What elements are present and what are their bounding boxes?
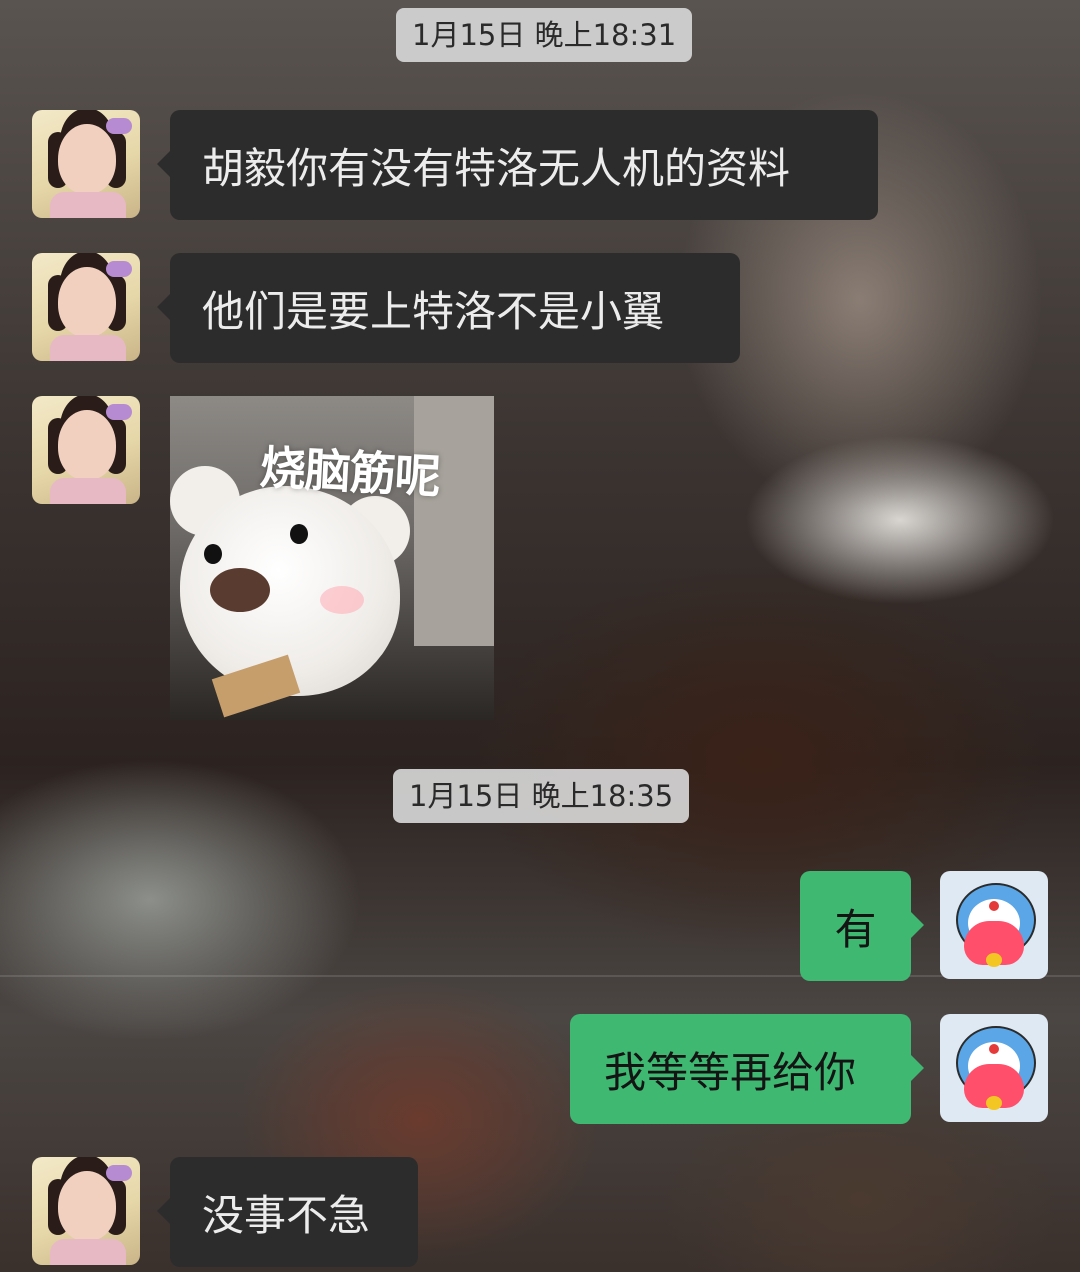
incoming-message-bubble[interactable]: 没事不急 xyxy=(157,1157,418,1267)
timestamp-chip: 1月15日 晚上18:31 xyxy=(396,8,693,62)
incoming-message-bubble[interactable]: 他们是要上特洛不是小翼 xyxy=(157,253,740,363)
sticker-caption: 烧脑筋呢 xyxy=(258,440,442,504)
message-text: 他们是要上特洛不是小翼 xyxy=(202,286,665,336)
message-text: 有 xyxy=(834,904,877,954)
self-avatar[interactable] xyxy=(940,871,1048,979)
friend-avatar[interactable] xyxy=(32,396,140,504)
outgoing-message-bubble[interactable]: 有 xyxy=(800,871,924,981)
friend-avatar[interactable] xyxy=(32,110,140,218)
message-text: 胡毅你有没有特洛无人机的资料 xyxy=(202,143,791,193)
self-avatar[interactable] xyxy=(940,1014,1048,1122)
message-text: 没事不急 xyxy=(202,1190,371,1240)
message-text: 我等等再给你 xyxy=(604,1047,857,1097)
timestamp-chip: 1月15日 晚上18:35 xyxy=(393,769,690,823)
friend-avatar[interactable] xyxy=(32,1157,140,1265)
incoming-message-bubble[interactable]: 胡毅你有没有特洛无人机的资料 xyxy=(157,110,878,220)
friend-avatar[interactable] xyxy=(32,253,140,361)
bear-sticker-image[interactable]: 烧脑筋呢 xyxy=(170,396,494,720)
outgoing-message-bubble[interactable]: 我等等再给你 xyxy=(570,1014,924,1124)
